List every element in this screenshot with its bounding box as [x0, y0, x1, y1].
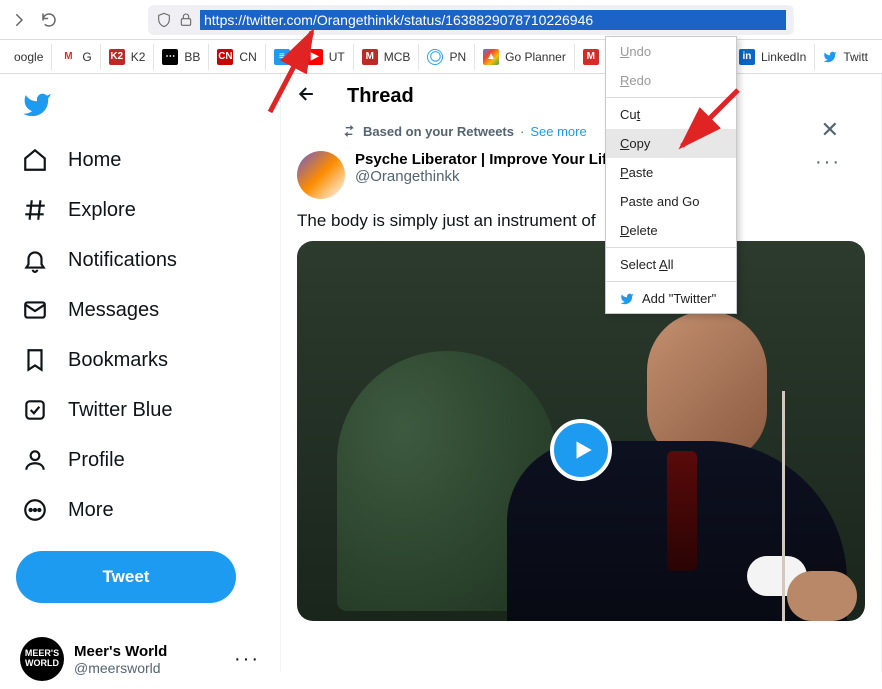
- bookmark-item[interactable]: CNCN: [209, 44, 265, 70]
- reload-button[interactable]: [38, 9, 60, 31]
- ctx-add-twitter[interactable]: Add "Twitter": [606, 284, 736, 313]
- nav-notifications[interactable]: Notifications: [8, 235, 272, 285]
- nav-explore[interactable]: Explore: [8, 185, 272, 235]
- ctx-paste-and-go[interactable]: Paste and Go: [606, 187, 736, 216]
- recommendation-basis: Based on your Retweets · See more ✕: [281, 119, 881, 145]
- more-icon[interactable]: ···: [234, 648, 260, 671]
- bookmark-item[interactable]: MMCB: [354, 44, 420, 70]
- author-avatar[interactable]: [297, 151, 345, 199]
- ctx-select-all[interactable]: Select All: [606, 250, 736, 279]
- favicon: ◯: [427, 49, 443, 65]
- tweet-more-icon[interactable]: ···: [815, 151, 841, 174]
- shield-icon: [156, 12, 172, 28]
- lock-icon: [178, 12, 194, 28]
- gmail-icon: M: [60, 49, 76, 65]
- separator: [606, 281, 736, 282]
- twitter-icon: [620, 292, 634, 306]
- browser-toolbar: https://twitter.com/Orangethinkk/status/…: [0, 0, 882, 40]
- nav-home[interactable]: Home: [8, 135, 272, 185]
- context-menu: Undo Redo Cut Copy Paste Paste and Go De…: [605, 36, 737, 314]
- tweet: Psyche Liberator | Improve Your Life @Or…: [281, 145, 881, 241]
- video-player[interactable]: [297, 241, 865, 621]
- bookmark-item[interactable]: Twitt: [815, 44, 876, 70]
- nav-bookmarks[interactable]: Bookmarks: [8, 335, 272, 385]
- bookmarks-bar: oogle MG K2K2 ⋯BB CNCN ≡ ▶UT MMCB ◯PN ▲G…: [0, 40, 882, 74]
- main-feed: Thread Based on your Retweets · See more…: [280, 74, 882, 672]
- close-icon[interactable]: ✕: [821, 117, 839, 143]
- favicon: M: [583, 49, 599, 65]
- see-more-link[interactable]: See more: [530, 124, 586, 139]
- bookmark-item[interactable]: ▲Go Planner: [475, 44, 575, 70]
- nav-label: Twitter Blue: [68, 399, 172, 422]
- favicon: K2: [109, 49, 125, 65]
- favicon: ⋯: [162, 49, 178, 65]
- address-bar[interactable]: https://twitter.com/Orangethinkk/status/…: [148, 5, 794, 35]
- author-name[interactable]: Psyche Liberator | Improve Your Life: [355, 151, 615, 168]
- nav-profile[interactable]: Profile: [8, 435, 272, 485]
- twitter-logo[interactable]: [8, 80, 272, 135]
- nav-label: Profile: [68, 449, 125, 472]
- bookmark-item[interactable]: K2K2: [101, 44, 155, 70]
- bookmark-item[interactable]: ⋯BB: [154, 44, 209, 70]
- favicon: M: [362, 49, 378, 65]
- avatar: MEER'S WORLD: [20, 637, 64, 681]
- separator: [606, 247, 736, 248]
- retweet-icon: [341, 123, 357, 139]
- bookmark-item[interactable]: inLinkedIn: [731, 44, 815, 70]
- page-title: Thread: [347, 85, 414, 108]
- ctx-paste[interactable]: Paste: [606, 158, 736, 187]
- nav-label: Messages: [68, 299, 159, 322]
- nav-label: Bookmarks: [68, 349, 168, 372]
- ctx-undo[interactable]: Undo: [606, 37, 736, 66]
- tweet-text: The body is simply just an instrument of: [297, 199, 865, 241]
- annotation-arrow: [260, 22, 330, 122]
- tweet-button[interactable]: Tweet: [16, 551, 236, 603]
- nav-label: More: [68, 499, 114, 522]
- author-handle[interactable]: @Orangethinkk: [355, 168, 615, 185]
- account-handle: @meersworld: [74, 660, 167, 676]
- account-switcher[interactable]: MEER'S WORLD Meer's World @meersworld ··…: [8, 629, 272, 689]
- nav-label: Notifications: [68, 249, 177, 272]
- ctx-delete[interactable]: Delete: [606, 216, 736, 245]
- thread-header: Thread: [281, 74, 881, 119]
- nav-more[interactable]: More: [8, 485, 272, 535]
- nav-label: Explore: [68, 199, 136, 222]
- linkedin-icon: in: [739, 49, 755, 65]
- bookmark-item[interactable]: M: [575, 44, 608, 70]
- nav-label: Home: [68, 149, 121, 172]
- bookmark-item[interactable]: oogle: [6, 44, 52, 70]
- nav-twitter-blue[interactable]: Twitter Blue: [8, 385, 272, 435]
- bookmark-item[interactable]: ◯PN: [419, 44, 475, 70]
- play-button[interactable]: [550, 419, 612, 481]
- annotation-arrow: [668, 80, 748, 160]
- account-name: Meer's World: [74, 643, 167, 660]
- bookmark-item[interactable]: MG: [52, 44, 100, 70]
- twitter-icon: [823, 50, 837, 64]
- favicon: ▲: [483, 49, 499, 65]
- forward-button[interactable]: [8, 9, 30, 31]
- sidebar: Home Explore Notifications Messages Book…: [0, 74, 280, 672]
- cnn-icon: CN: [217, 49, 233, 65]
- nav-messages[interactable]: Messages: [8, 285, 272, 335]
